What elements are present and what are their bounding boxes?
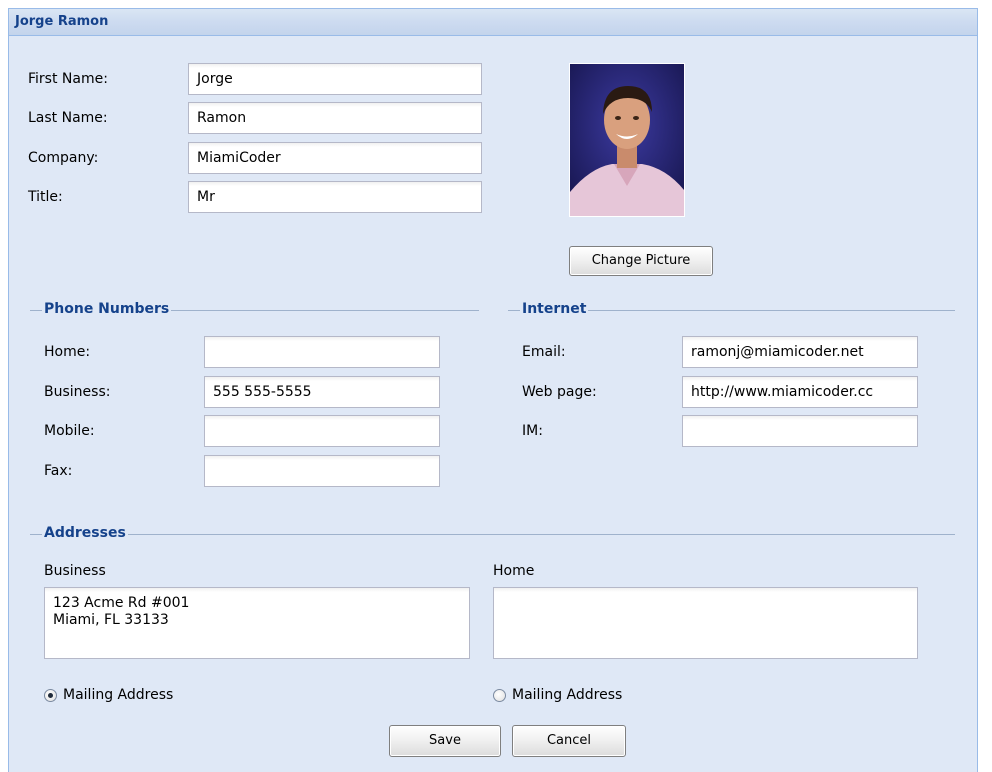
company-field[interactable]: MiamiCoder	[188, 142, 482, 174]
home-mailing-radio[interactable]	[493, 689, 506, 702]
panel-header: Jorge Ramon	[9, 9, 977, 36]
web-page-label: Web page:	[522, 384, 597, 400]
business-address-field[interactable]: 123 Acme Rd #001 Miami, FL 33133	[44, 587, 470, 659]
business-mailing-radio[interactable]	[44, 689, 57, 702]
change-picture-button[interactable]: Change Picture	[569, 246, 713, 276]
im-label: IM:	[522, 423, 543, 439]
home-mailing-label: Mailing Address	[512, 687, 623, 703]
home-phone-field[interactable]	[204, 336, 440, 368]
fax-label: Fax:	[44, 463, 73, 479]
contact-panel: Jorge Ramon First Name: Jorge Last Name:…	[8, 8, 978, 772]
email-label: Email:	[522, 344, 566, 360]
business-phone-field[interactable]: 555 555-5555	[204, 376, 440, 408]
addresses-fieldset-border	[30, 534, 955, 535]
im-field[interactable]	[682, 415, 918, 447]
home-address-field[interactable]	[493, 587, 918, 659]
last-name-label: Last Name:	[28, 110, 108, 126]
internet-legend: Internet	[520, 301, 589, 317]
business-address-label: Business	[44, 563, 106, 579]
first-name-field[interactable]: Jorge	[188, 63, 482, 95]
home-phone-label: Home:	[44, 344, 91, 360]
phone-legend: Phone Numbers	[42, 301, 172, 317]
home-address-label: Home	[493, 563, 535, 579]
radio-selected-dot	[48, 693, 53, 698]
mobile-phone-label: Mobile:	[44, 423, 95, 439]
first-name-label: First Name:	[28, 71, 108, 87]
contact-photo	[569, 63, 685, 217]
portrait-image	[570, 64, 684, 216]
mobile-phone-field[interactable]	[204, 415, 440, 447]
web-page-field[interactable]: http://www.miamicoder.cc	[682, 376, 918, 408]
email-field[interactable]: ramonj@miamicoder.net	[682, 336, 918, 368]
addresses-legend: Addresses	[42, 525, 128, 541]
title-field[interactable]: Mr	[188, 181, 482, 213]
cancel-button[interactable]: Cancel	[512, 725, 626, 757]
business-mailing-label: Mailing Address	[63, 687, 174, 703]
save-button[interactable]: Save	[389, 725, 501, 757]
fax-field[interactable]	[204, 455, 440, 487]
panel-title: Jorge Ramon	[15, 14, 109, 29]
business-phone-label: Business:	[44, 384, 111, 400]
last-name-field[interactable]: Ramon	[188, 102, 482, 134]
title-label: Title:	[28, 189, 63, 205]
company-label: Company:	[28, 150, 99, 166]
